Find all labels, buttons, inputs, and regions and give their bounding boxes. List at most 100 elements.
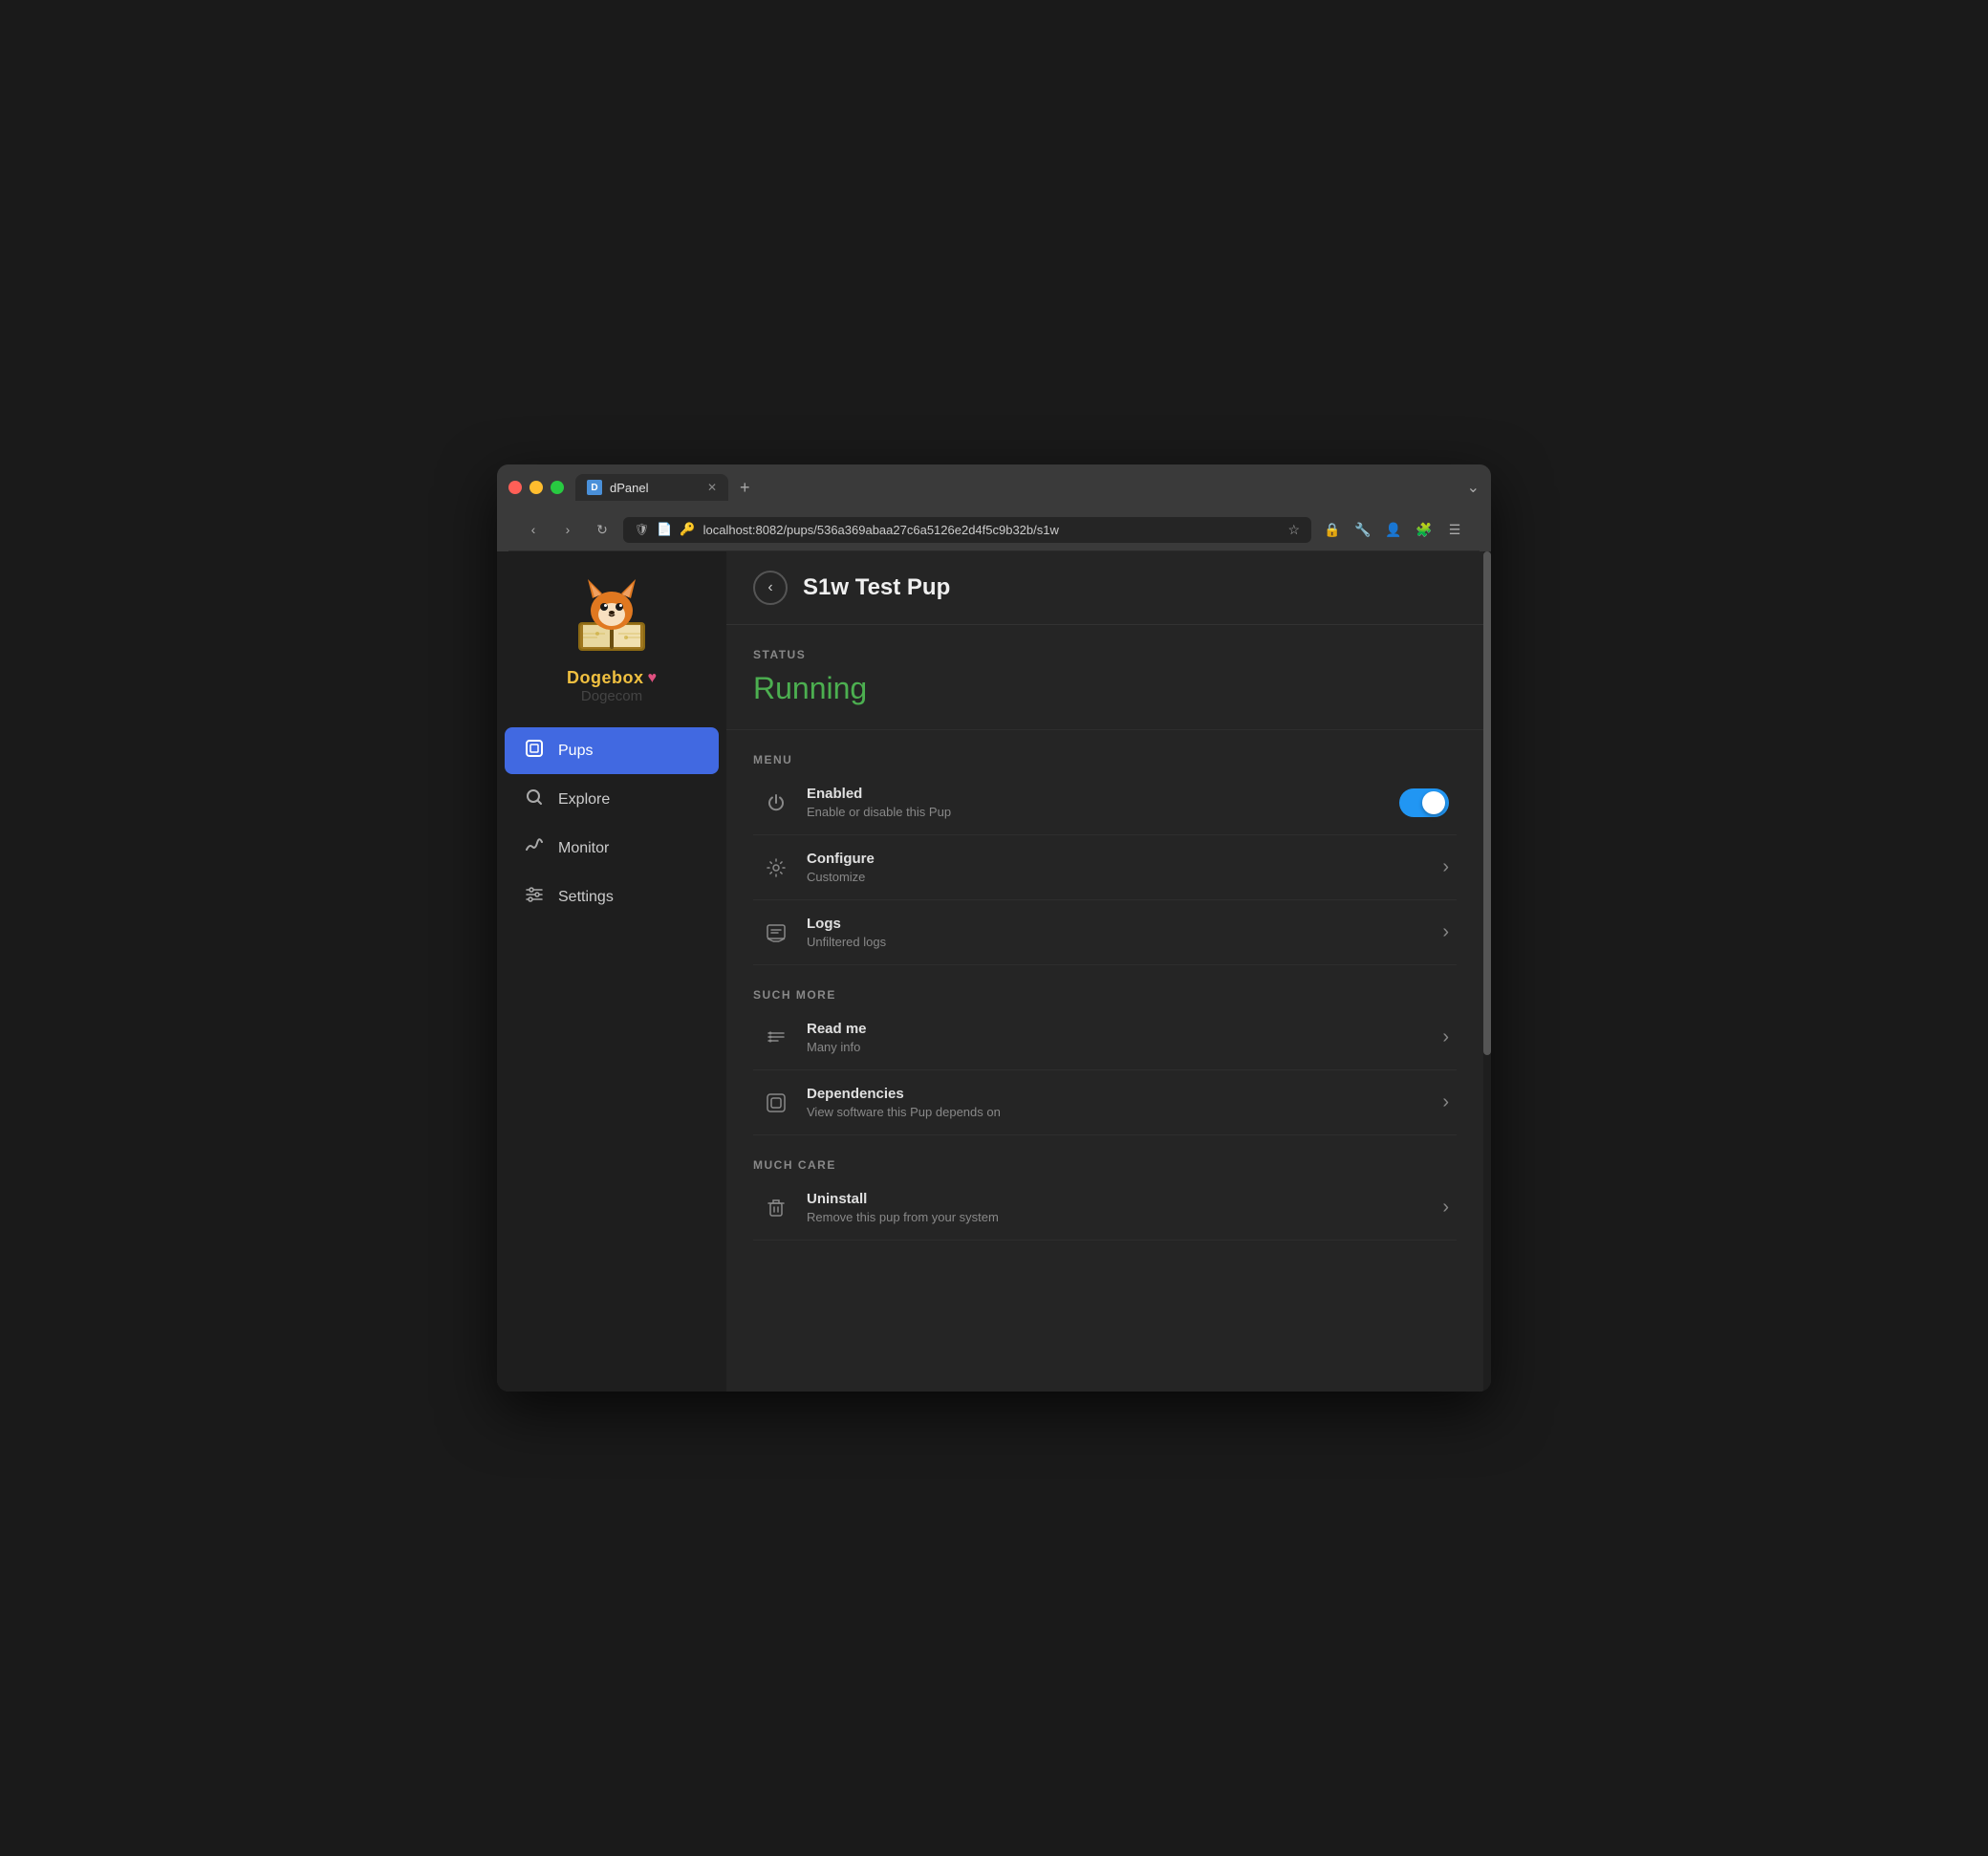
status-value: Running bbox=[753, 671, 1457, 706]
back-nav-btn[interactable]: ‹ bbox=[520, 516, 547, 543]
sidebar-item-explore[interactable]: Explore bbox=[505, 776, 719, 823]
page-header: ‹ S1w Test Pup bbox=[726, 551, 1483, 625]
dogebox-logo-image bbox=[569, 574, 655, 660]
such-more-label: SUCH MORE bbox=[753, 988, 1457, 1002]
dogebox-name: Dogebox bbox=[567, 668, 644, 688]
minimize-traffic-light[interactable] bbox=[529, 481, 543, 494]
power-icon bbox=[761, 788, 791, 818]
address-bar[interactable]: 🛡 📄 🔑 localhost:8082/pups/536a369abaa27c… bbox=[623, 517, 1311, 543]
bookmark-icon[interactable]: ☆ bbox=[1287, 522, 1300, 538]
dependencies-icon bbox=[761, 1088, 791, 1118]
menu-label: MENU bbox=[753, 753, 1457, 766]
readme-desc: Many info bbox=[807, 1040, 1427, 1054]
uninstall-text: Uninstall Remove this pup from your syst… bbox=[807, 1191, 1427, 1224]
menu-item-logs[interactable]: Logs Unfiltered logs bbox=[753, 900, 1457, 965]
tab-title: dPanel bbox=[610, 481, 648, 495]
traffic-lights bbox=[508, 481, 564, 494]
monitor-label: Monitor bbox=[558, 840, 609, 857]
settings-label: Settings bbox=[558, 889, 614, 906]
uninstall-icon bbox=[761, 1193, 791, 1223]
dependencies-chevron bbox=[1442, 1091, 1449, 1113]
dogebox-subtitle: Dogecom bbox=[581, 688, 642, 704]
scrollbar-thumb[interactable] bbox=[1483, 551, 1491, 1055]
app-content: Dogebox ♥ Dogecom Pups bbox=[497, 551, 1491, 1392]
menu-item-enabled[interactable]: Enabled Enable or disable this Pup bbox=[753, 770, 1457, 835]
enabled-desc: Enable or disable this Pup bbox=[807, 805, 1384, 819]
sidebar-item-settings[interactable]: Settings bbox=[505, 874, 719, 920]
enabled-text: Enabled Enable or disable this Pup bbox=[807, 786, 1384, 819]
lock-icon: 🔑 bbox=[680, 522, 695, 537]
readme-title: Read me bbox=[807, 1021, 1427, 1037]
menu-item-readme[interactable]: Read me Many info bbox=[753, 1005, 1457, 1070]
logs-text: Logs Unfiltered logs bbox=[807, 916, 1427, 949]
url-text: localhost:8082/pups/536a369abaa27c6a5126… bbox=[703, 523, 1059, 537]
tab-close-btn[interactable]: ✕ bbox=[707, 481, 717, 494]
shield-icon: 🛡 bbox=[635, 523, 649, 536]
sidebar-nav: Pups Explore bbox=[497, 720, 726, 928]
monitor-icon bbox=[524, 836, 545, 860]
page-title: S1w Test Pup bbox=[803, 574, 950, 601]
sidebar: Dogebox ♥ Dogecom Pups bbox=[497, 551, 726, 1392]
refresh-nav-btn[interactable]: ↻ bbox=[589, 516, 616, 543]
menu-item-dependencies[interactable]: Dependencies View software this Pup depe… bbox=[753, 1070, 1457, 1135]
readme-icon bbox=[761, 1023, 791, 1053]
menu-item-uninstall[interactable]: Uninstall Remove this pup from your syst… bbox=[753, 1176, 1457, 1241]
fullscreen-traffic-light[interactable] bbox=[551, 481, 564, 494]
readme-text: Read me Many info bbox=[807, 1021, 1427, 1054]
tab-bar: D dPanel ✕ + ⌄ bbox=[575, 474, 1480, 501]
dependencies-text: Dependencies View software this Pup depe… bbox=[807, 1086, 1427, 1119]
such-more-section: SUCH MORE Read me bbox=[726, 965, 1483, 1135]
heart-icon: ♥ bbox=[648, 670, 658, 687]
explore-label: Explore bbox=[558, 791, 610, 809]
menu-item-configure[interactable]: Configure Customize bbox=[753, 835, 1457, 900]
much-care-section: MUCH CARE Uninstall Rem bbox=[726, 1135, 1483, 1263]
configure-title: Configure bbox=[807, 851, 1427, 867]
account-icon[interactable]: 👤 bbox=[1380, 516, 1407, 543]
pocket-icon[interactable]: 🔒 bbox=[1319, 516, 1346, 543]
configure-desc: Customize bbox=[807, 870, 1427, 884]
browser-chrome: D dPanel ✕ + ⌄ ‹ › ↻ 🛡 📄 🔑 localhost:808… bbox=[497, 464, 1491, 551]
close-traffic-light[interactable] bbox=[508, 481, 522, 494]
forward-nav-btn[interactable]: › bbox=[554, 516, 581, 543]
dependencies-title: Dependencies bbox=[807, 1086, 1427, 1102]
page-icon: 📄 bbox=[657, 522, 672, 537]
active-tab[interactable]: D dPanel ✕ bbox=[575, 474, 728, 501]
back-icon: ‹ bbox=[767, 579, 772, 596]
pups-icon bbox=[524, 739, 545, 763]
browser-toolbar-icons: 🔒 🔧 👤 🧩 ☰ bbox=[1319, 516, 1468, 543]
readme-chevron bbox=[1442, 1026, 1449, 1048]
title-bar: D dPanel ✕ + ⌄ bbox=[508, 474, 1480, 501]
sidebar-logo: Dogebox ♥ Dogecom bbox=[497, 551, 726, 720]
enabled-title: Enabled bbox=[807, 786, 1384, 802]
status-section: STATUS Running bbox=[726, 625, 1483, 730]
browser-toolbar: ‹ › ↻ 🛡 📄 🔑 localhost:8082/pups/536a369a… bbox=[508, 508, 1480, 551]
configure-chevron bbox=[1442, 856, 1449, 878]
explore-icon bbox=[524, 788, 545, 811]
back-button[interactable]: ‹ bbox=[753, 571, 788, 605]
sidebar-item-monitor[interactable]: Monitor bbox=[505, 825, 719, 872]
menu-icon[interactable]: ☰ bbox=[1441, 516, 1468, 543]
new-tab-btn[interactable]: + bbox=[732, 478, 758, 498]
logs-icon bbox=[761, 917, 791, 948]
logs-desc: Unfiltered logs bbox=[807, 935, 1427, 949]
main-content: ‹ S1w Test Pup STATUS Running MENU bbox=[726, 551, 1483, 1392]
logs-title: Logs bbox=[807, 916, 1427, 932]
scrollbar[interactable] bbox=[1483, 551, 1491, 1392]
uninstall-title: Uninstall bbox=[807, 1191, 1427, 1207]
status-label: STATUS bbox=[753, 648, 1457, 661]
configure-text: Configure Customize bbox=[807, 851, 1427, 884]
browser-window: D dPanel ✕ + ⌄ ‹ › ↻ 🛡 📄 🔑 localhost:808… bbox=[497, 464, 1491, 1392]
dependencies-desc: View software this Pup depends on bbox=[807, 1105, 1427, 1119]
pups-label: Pups bbox=[558, 743, 593, 760]
much-care-label: MUCH CARE bbox=[753, 1158, 1457, 1172]
tools-icon[interactable]: 🔧 bbox=[1350, 516, 1376, 543]
extensions-icon[interactable]: 🧩 bbox=[1411, 516, 1437, 543]
settings-icon bbox=[524, 885, 545, 909]
sidebar-item-pups[interactable]: Pups bbox=[505, 727, 719, 774]
menu-section: MENU Enabled Enable or disable this Pup bbox=[726, 730, 1483, 965]
enabled-toggle[interactable] bbox=[1399, 788, 1449, 817]
tab-favicon: D bbox=[587, 480, 602, 495]
uninstall-desc: Remove this pup from your system bbox=[807, 1210, 1427, 1224]
tab-overflow-btn[interactable]: ⌄ bbox=[1467, 478, 1480, 497]
configure-icon bbox=[761, 852, 791, 883]
